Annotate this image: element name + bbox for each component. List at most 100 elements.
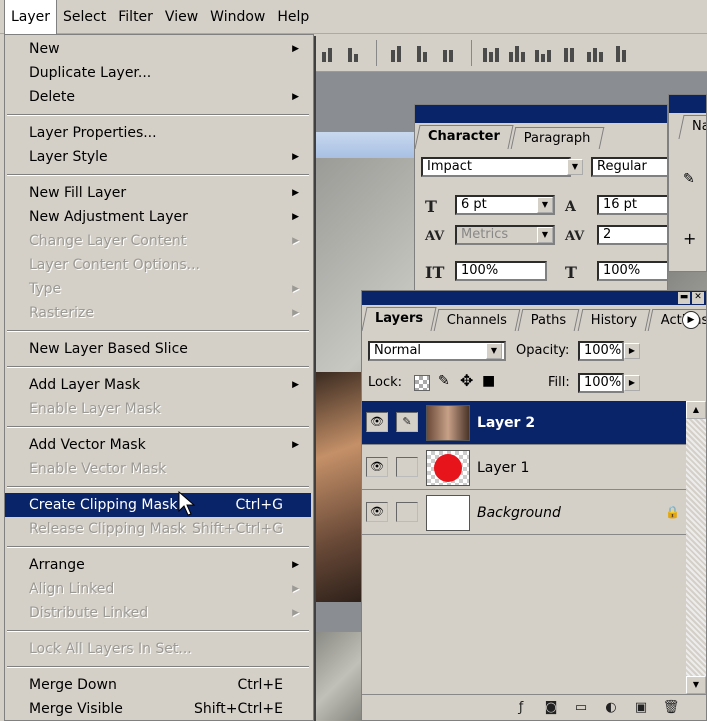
menu-item-duplicate-layer[interactable]: Duplicate Layer... xyxy=(5,61,311,85)
layer-row-layer-1[interactable]: 👁 Layer 1 xyxy=(362,446,688,490)
scroll-down-icon[interactable]: ▼ xyxy=(686,676,706,694)
red-circle xyxy=(434,454,462,482)
menu-select[interactable]: Select xyxy=(57,0,112,34)
lock-all-icon[interactable]: ■ xyxy=(482,373,495,389)
menu-item-type: Type ▶ xyxy=(5,277,311,301)
menu-item-layer-style[interactable]: Layer Style ▶ xyxy=(5,145,311,169)
link-slot xyxy=(396,457,418,477)
menu-window[interactable]: Window xyxy=(204,0,271,34)
distribute-left-icon[interactable] xyxy=(558,44,580,62)
tab-paragraph[interactable]: Paragraph xyxy=(510,127,604,149)
layer-style-icon[interactable]: ƒ xyxy=(512,700,530,716)
layer-menu: New ▶ Duplicate Layer... Delete ▶ Layer Prope… xyxy=(4,34,314,721)
menu-filter[interactable]: Filter xyxy=(112,0,159,34)
menu-help[interactable]: Help xyxy=(271,0,315,34)
adjustment-layer-icon[interactable]: ◐ xyxy=(602,700,620,716)
menu-layer[interactable]: Layer xyxy=(4,0,58,34)
menu-item-label: New Fill Layer xyxy=(29,185,127,201)
leading-icon: A xyxy=(565,199,576,215)
kerning-icon: AV xyxy=(425,229,445,244)
chevron-down-icon[interactable]: ▼ xyxy=(567,159,583,175)
menu-item-new-fill-layer[interactable]: New Fill Layer ▶ xyxy=(5,181,311,205)
menu-item-new[interactable]: New ▶ xyxy=(5,37,311,61)
menu-item-label: Merge Down xyxy=(29,677,117,693)
tab-channels[interactable]: Channels xyxy=(433,309,521,331)
lock-position-icon[interactable]: ✥ xyxy=(460,371,473,390)
tab-history[interactable]: History xyxy=(577,309,651,331)
menu-item-label: Release Clipping Mask xyxy=(29,521,186,537)
menu-item-new-adjustment-layer[interactable]: New Adjustment Layer ▶ xyxy=(5,205,311,229)
eyedropper-icon[interactable]: ✎ xyxy=(683,171,695,187)
layer-name: Layer 1 xyxy=(477,460,530,476)
new-set-icon[interactable]: ▭ xyxy=(572,700,590,716)
chevron-right-icon[interactable]: ▶ xyxy=(624,343,640,359)
navigator-titlebar xyxy=(669,95,706,113)
tab-navigator[interactable]: Na xyxy=(678,115,706,139)
lock-label: Lock: xyxy=(368,375,403,390)
menu-item-create-clipping-mask[interactable]: Create Clipping Mask Ctrl+G xyxy=(5,493,311,517)
eye-icon[interactable]: 👁 xyxy=(366,412,388,432)
navigator-panel: Na ✎ + xyxy=(668,94,707,272)
menu-item-change-layer-content: Change Layer Content ▶ xyxy=(5,229,311,253)
eye-icon[interactable]: 👁 xyxy=(366,457,388,477)
menu-item-add-vector-mask[interactable]: Add Vector Mask ▶ xyxy=(5,433,311,457)
scroll-up-icon[interactable]: ▲ xyxy=(686,401,706,419)
layer-name: Layer 2 xyxy=(477,415,536,431)
new-layer-icon[interactable]: ▣ xyxy=(632,700,650,716)
submenu-arrow-icon: ▶ xyxy=(292,308,299,318)
menu-item-new-layer-based-slice[interactable]: New Layer Based Slice xyxy=(5,337,311,361)
chevron-down-icon[interactable]: ▼ xyxy=(537,197,553,213)
eye-icon[interactable]: 👁 xyxy=(366,502,388,522)
layer-row-layer-2[interactable]: 👁 ✎ Layer 2 xyxy=(362,401,688,445)
menu-item-merge-visible[interactable]: Merge Visible Shift+Ctrl+E xyxy=(5,697,311,721)
layer-row-background[interactable]: 👁 Background 🔒 xyxy=(362,491,688,535)
align-right-edges-icon[interactable] xyxy=(437,44,459,62)
chevron-right-icon[interactable]: ▶ xyxy=(624,375,640,391)
character-panel: Character Paragraph Impact ▼ Regular T 6… xyxy=(414,104,668,292)
tab-paths[interactable]: Paths xyxy=(517,309,580,331)
font-family-select[interactable]: Impact xyxy=(421,157,571,177)
crosshair-icon[interactable]: + xyxy=(683,229,696,248)
layers-scrollbar[interactable]: ▲ ▼ xyxy=(686,401,706,694)
menu-item-layer-properties[interactable]: Layer Properties... xyxy=(5,121,311,145)
distribute-top-icon[interactable] xyxy=(480,44,502,62)
opacity-field[interactable]: 100% xyxy=(578,341,624,361)
vertical-scale-field[interactable]: 100% xyxy=(455,261,547,281)
fill-field[interactable]: 100% xyxy=(578,373,624,393)
panel-menu-icon[interactable]: ▶ xyxy=(682,311,700,329)
lock-transparency-icon[interactable] xyxy=(414,375,430,391)
distribute-horizontal-icon[interactable] xyxy=(584,44,606,62)
close-icon[interactable]: ✕ xyxy=(692,292,704,304)
distribute-bottom-icon[interactable] xyxy=(532,44,554,62)
align-bottom-edges-icon[interactable] xyxy=(411,44,433,62)
menu-item-layer-content-options: Layer Content Options... xyxy=(5,253,311,277)
vertical-scale-icon: IT xyxy=(425,263,445,282)
mouse-cursor-icon xyxy=(178,491,196,516)
align-top-edges-icon[interactable] xyxy=(342,44,364,62)
menu-item-add-layer-mask[interactable]: Add Layer Mask ▶ xyxy=(5,373,311,397)
menu-item-delete[interactable]: Delete ▶ xyxy=(5,85,311,109)
align-left-edges-icon[interactable] xyxy=(316,44,338,62)
menu-item-label: Layer Properties... xyxy=(29,125,157,141)
layers-list: 👁 ✎ Layer 2 👁 Layer 1 👁 Background 🔒 xyxy=(362,401,688,694)
tab-layers[interactable]: Layers xyxy=(362,307,437,331)
leading-field[interactable]: 16 pt xyxy=(597,195,667,215)
tab-character[interactable]: Character xyxy=(415,125,514,149)
layer-mask-icon[interactable]: ◙ xyxy=(542,700,560,716)
distribute-centers-icon[interactable] xyxy=(506,44,528,62)
chevron-down-icon[interactable]: ▼ xyxy=(486,343,502,359)
align-vertical-centers-icon[interactable] xyxy=(385,44,407,62)
minimize-icon[interactable]: ▬ xyxy=(678,292,690,304)
menu-view[interactable]: View xyxy=(159,0,204,34)
tracking-field[interactable]: 2 xyxy=(597,225,667,245)
horizontal-scale-field[interactable]: 100% xyxy=(597,261,667,281)
lock-image-icon[interactable]: ✎ xyxy=(438,373,450,389)
chevron-down-icon[interactable]: ▼ xyxy=(537,227,553,243)
trash-icon[interactable]: 🗑 xyxy=(662,700,680,716)
font-style-select[interactable]: Regular xyxy=(591,157,667,177)
menu-item-arrange[interactable]: Arrange ▶ xyxy=(5,553,311,577)
menu-item-merge-down[interactable]: Merge Down Ctrl+E xyxy=(5,673,311,697)
menu-separator xyxy=(7,114,309,116)
menu-bar: Layer Select Filter View Window Help xyxy=(0,0,707,34)
distribute-right-icon[interactable] xyxy=(610,44,632,62)
